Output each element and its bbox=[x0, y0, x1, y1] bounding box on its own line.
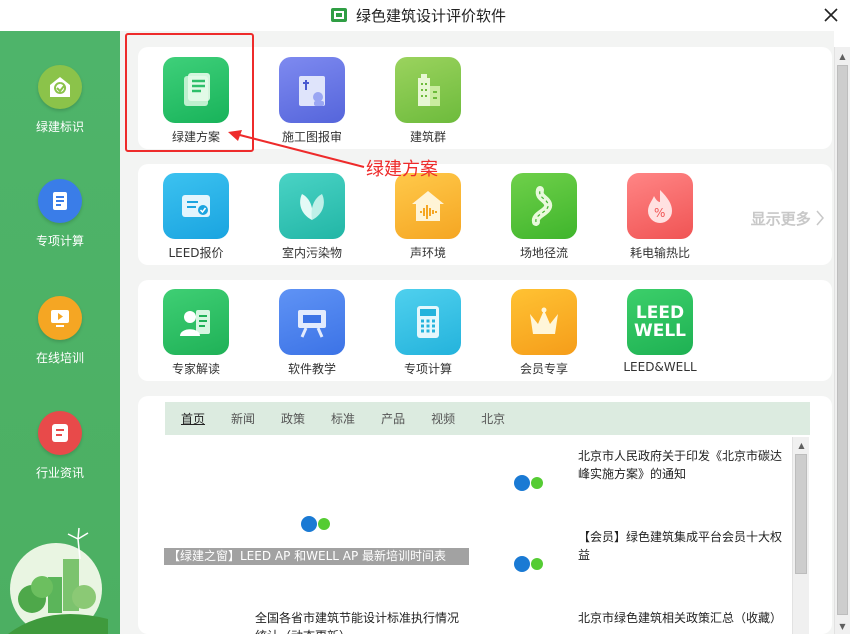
tab-beijing[interactable]: 北京 bbox=[481, 410, 505, 427]
card-icon bbox=[163, 173, 229, 239]
sidebar-item-industry-news[interactable]: 行业资讯 bbox=[0, 411, 120, 481]
leaves-icon bbox=[279, 173, 345, 239]
sidebar-item-green-label[interactable]: 绿建标识 bbox=[0, 65, 120, 135]
scroll-down-arrow-icon[interactable]: ▼ bbox=[835, 619, 850, 633]
app-tile-label: 施工图报审 bbox=[281, 130, 342, 144]
sidebar-item-label: 在线培训 bbox=[35, 351, 84, 365]
buildings-icon bbox=[395, 57, 461, 123]
news-icon bbox=[38, 411, 82, 455]
title-group: 绿色建筑设计评价软件 bbox=[330, 5, 506, 25]
app-panel-analysis: LEED报价 室内污染物 声环境 场地径流 % 耗电输热比 显示更多 bbox=[138, 164, 832, 265]
app-tile-indoor-pollutant[interactable]: 室内污染物 bbox=[262, 173, 362, 261]
app-tile-acoustic-environment[interactable]: 声环境 bbox=[378, 173, 478, 261]
main-content: 绿建方案 施工图报审 建筑群 LEED报价 室内污染物 声环境 场地径流 % 耗… bbox=[120, 31, 834, 634]
app-tile-building-group[interactable]: 建筑群 bbox=[378, 57, 478, 145]
news-item-left-title[interactable]: 全国各省市建筑节能设计标准执行情况统计（动态更新） bbox=[255, 609, 465, 634]
app-tile-power-heat-ratio[interactable]: % 耗电输热比 bbox=[610, 173, 710, 261]
app-tile-label: LEED&WELL bbox=[623, 360, 697, 374]
show-more-button[interactable]: 显示更多 bbox=[751, 208, 824, 229]
loading-dot-green bbox=[318, 518, 330, 530]
tab-home[interactable]: 首页 bbox=[181, 410, 205, 427]
calculator-icon bbox=[395, 289, 461, 355]
app-tile-construction-review[interactable]: 施工图报审 bbox=[262, 57, 362, 145]
app-tile-label: 专家解读 bbox=[171, 362, 220, 376]
chevron-right-icon bbox=[816, 210, 824, 226]
app-tile-label: 专项计算 bbox=[403, 362, 452, 376]
flame-percent-icon: % bbox=[627, 173, 693, 239]
app-tile-label: 声环境 bbox=[409, 246, 446, 260]
sidebar-item-label: 行业资讯 bbox=[35, 466, 84, 480]
main-scrollbar[interactable]: ▲ ▼ bbox=[834, 47, 850, 634]
scroll-up-arrow-icon[interactable]: ▲ bbox=[835, 49, 850, 63]
window-title: 绿色建筑设计评价软件 bbox=[356, 6, 507, 25]
app-tile-label: 软件教学 bbox=[287, 362, 336, 376]
document-icon bbox=[38, 179, 82, 223]
app-tile-member-exclusive[interactable]: 会员专享 bbox=[494, 289, 594, 377]
app-tile-label: LEED报价 bbox=[168, 246, 224, 260]
close-button[interactable] bbox=[820, 4, 842, 26]
app-tile-label: 绿建方案 bbox=[171, 130, 220, 144]
tab-policy[interactable]: 政策 bbox=[281, 410, 305, 427]
tab-news[interactable]: 新闻 bbox=[231, 410, 255, 427]
tab-product[interactable]: 产品 bbox=[381, 410, 405, 427]
app-tile-label: 建筑群 bbox=[409, 130, 446, 144]
video-icon bbox=[38, 296, 82, 340]
road-icon bbox=[511, 173, 577, 239]
board-icon bbox=[279, 289, 345, 355]
app-tile-leed-quote[interactable]: LEED报价 bbox=[146, 173, 246, 261]
leed-well-icon: LEED WELL bbox=[627, 289, 693, 355]
green-city-illustration bbox=[8, 527, 108, 634]
sidebar-item-label: 专项计算 bbox=[35, 234, 84, 248]
leed-text: LEED bbox=[635, 303, 685, 323]
app-panel-primary: 绿建方案 施工图报审 建筑群 bbox=[138, 47, 832, 149]
app-tile-label: 室内污染物 bbox=[281, 246, 342, 260]
loading-dot-blue bbox=[514, 556, 530, 572]
news-item-title[interactable]: 【会员】绿色建筑集成平台会员十大权益 bbox=[578, 528, 788, 564]
news-item-title[interactable]: 北京市绿色建筑相关政策汇总（收藏） bbox=[578, 609, 788, 627]
sidebar-item-special-calc[interactable]: 专项计算 bbox=[0, 179, 120, 249]
show-more-label: 显示更多 bbox=[750, 210, 811, 228]
app-tile-leed-well[interactable]: LEED WELL LEED&WELL bbox=[610, 289, 710, 374]
title-bar: 绿色建筑设计评价软件 bbox=[0, 0, 850, 31]
loading-dot-blue bbox=[514, 475, 530, 491]
app-tile-expert-interpretation[interactable]: 专家解读 bbox=[146, 289, 246, 377]
app-panel-services: 专家解读 软件教学 专项计算 会员专享 LEED WELL LEED&WELL bbox=[138, 280, 832, 381]
app-logo-icon bbox=[331, 8, 347, 22]
app-window: 绿色建筑设计评价软件 绿建标识 专项计算 在线培训 行业资讯 绿建方案 施工图报… bbox=[0, 0, 850, 634]
close-icon bbox=[824, 8, 838, 22]
app-tile-label: 耗电输热比 bbox=[629, 246, 690, 260]
sidebar-item-label: 绿建标识 bbox=[35, 120, 84, 134]
loading-dot-green bbox=[531, 558, 543, 570]
loading-dot-green bbox=[531, 477, 543, 489]
blueprint-icon bbox=[279, 57, 345, 123]
app-tile-special-calculation[interactable]: 专项计算 bbox=[378, 289, 478, 377]
crown-icon bbox=[511, 289, 577, 355]
leaf-house-icon bbox=[38, 65, 82, 109]
green-doc-icon bbox=[163, 57, 229, 123]
news-panel: 首页 新闻 政策 标准 产品 视频 北京 【绿建之窗】LEED AP 和WELL… bbox=[138, 396, 832, 634]
app-tile-label: 会员专享 bbox=[519, 362, 568, 376]
sidebar: 绿建标识 专项计算 在线培训 行业资讯 bbox=[0, 31, 120, 634]
featured-caption[interactable]: 【绿建之窗】LEED AP 和WELL AP 最新培训时间表 bbox=[164, 548, 469, 565]
well-text: WELL bbox=[633, 321, 687, 341]
news-scrollbar[interactable]: ▲ bbox=[792, 437, 809, 634]
main-scrollbar-thumb[interactable] bbox=[837, 65, 848, 615]
app-tile-green-plan[interactable]: 绿建方案 bbox=[146, 57, 246, 145]
news-tab-bar: 首页 新闻 政策 标准 产品 视频 北京 bbox=[165, 402, 810, 435]
sidebar-item-online-training[interactable]: 在线培训 bbox=[0, 296, 120, 366]
app-tile-software-teaching[interactable]: 软件教学 bbox=[262, 289, 362, 377]
app-tile-site-runoff[interactable]: 场地径流 bbox=[494, 173, 594, 261]
news-scrollbar-thumb[interactable] bbox=[795, 454, 807, 574]
loading-dot-blue bbox=[301, 516, 317, 532]
tab-video[interactable]: 视频 bbox=[431, 410, 455, 427]
scroll-up-arrow-icon[interactable]: ▲ bbox=[794, 438, 809, 452]
expert-icon bbox=[163, 289, 229, 355]
app-tile-label: 场地径流 bbox=[519, 246, 568, 260]
tab-standard[interactable]: 标准 bbox=[331, 410, 355, 427]
svg-text:%: % bbox=[654, 206, 665, 220]
news-item-title[interactable]: 北京市人民政府关于印发《北京市碳达峰实施方案》的通知 bbox=[578, 447, 788, 483]
sound-house-icon bbox=[395, 173, 461, 239]
